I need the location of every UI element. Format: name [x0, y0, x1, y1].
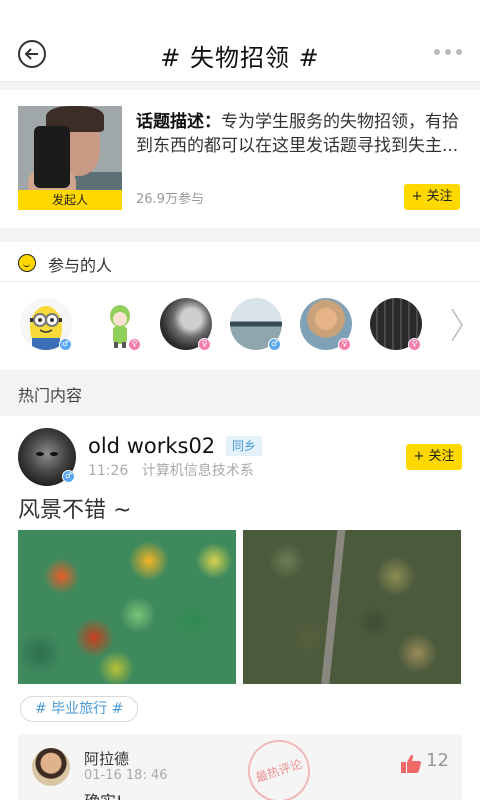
- divider: [0, 228, 480, 242]
- topic-description-label: 话题描述：: [136, 112, 221, 132]
- divider: [0, 82, 480, 90]
- more-dot-icon: [456, 49, 462, 55]
- hot-comment[interactable]: 阿拉德 01-16 18: 46 确实! 最热评论 12: [18, 731, 462, 800]
- chevron-right-icon[interactable]: [450, 308, 464, 342]
- top-bar: # 失物招领 #: [0, 0, 480, 82]
- post-department: 计算机信息技术系: [141, 463, 254, 479]
- follow-topic-button[interactable]: + 关注: [404, 184, 460, 210]
- topic-description: 话题描述：专为学生服务的失物招领，有拾到东西的都可以在这里发话题寻找到失主...: [136, 110, 466, 158]
- follow-user-button[interactable]: + 关注: [406, 444, 462, 470]
- participant-count: 26.9万参与: [136, 192, 204, 207]
- female-gender-icon: ♀: [198, 338, 211, 351]
- male-gender-icon: ♂: [62, 470, 75, 483]
- like-count: 12: [426, 750, 449, 771]
- initiator-badge: 发起人: [18, 190, 122, 210]
- participants-title: 参与的人: [48, 256, 113, 275]
- topic-card: 发起人 话题描述：专为学生服务的失物招领，有拾到东西的都可以在这里发话题寻找到失…: [0, 90, 480, 228]
- female-gender-icon: ♀: [338, 338, 351, 351]
- more-options-button[interactable]: [434, 44, 462, 60]
- post-image[interactable]: [243, 530, 461, 684]
- more-dot-icon: [434, 49, 440, 55]
- participants-header: 参与的人: [0, 242, 480, 282]
- hot-comment-stamp: 最热评论: [239, 731, 319, 800]
- male-gender-icon: ♂: [59, 338, 72, 351]
- post-time: 11:26: [88, 463, 129, 479]
- post-author-name[interactable]: old works02: [88, 434, 215, 458]
- comment-time: 01-16 18: 46: [84, 768, 168, 783]
- comment-text: 确实!: [84, 788, 122, 800]
- more-dot-icon: [445, 49, 451, 55]
- page-title: # 失物招领 #: [160, 44, 320, 72]
- hot-content-header: 热门内容: [0, 370, 480, 416]
- post-meta: 11:26 计算机信息技术系: [88, 460, 254, 480]
- post-text: 风景不错 ~: [18, 498, 132, 523]
- commenter-avatar[interactable]: [32, 748, 70, 786]
- male-gender-icon: ♂: [268, 338, 281, 351]
- smiley-icon: [18, 254, 36, 272]
- hashtag-chip[interactable]: # 毕业旅行 #: [20, 696, 139, 722]
- participants-list: ♂ ♀ ♀ ♂ ♀ ♀: [0, 288, 480, 364]
- topic-image[interactable]: 发起人: [18, 106, 122, 210]
- post-card: ♂ old works02 同乡 11:26 计算机信息技术系 + 关注 风景不…: [0, 416, 480, 800]
- hot-content-title: 热门内容: [18, 386, 83, 405]
- female-gender-icon: ♀: [128, 338, 141, 351]
- thumbs-up-icon[interactable]: [400, 754, 422, 774]
- relation-tag: 同乡: [226, 436, 263, 456]
- commenter-name[interactable]: 阿拉德: [84, 748, 129, 769]
- post-image[interactable]: [18, 530, 236, 684]
- female-gender-icon: ♀: [408, 338, 421, 351]
